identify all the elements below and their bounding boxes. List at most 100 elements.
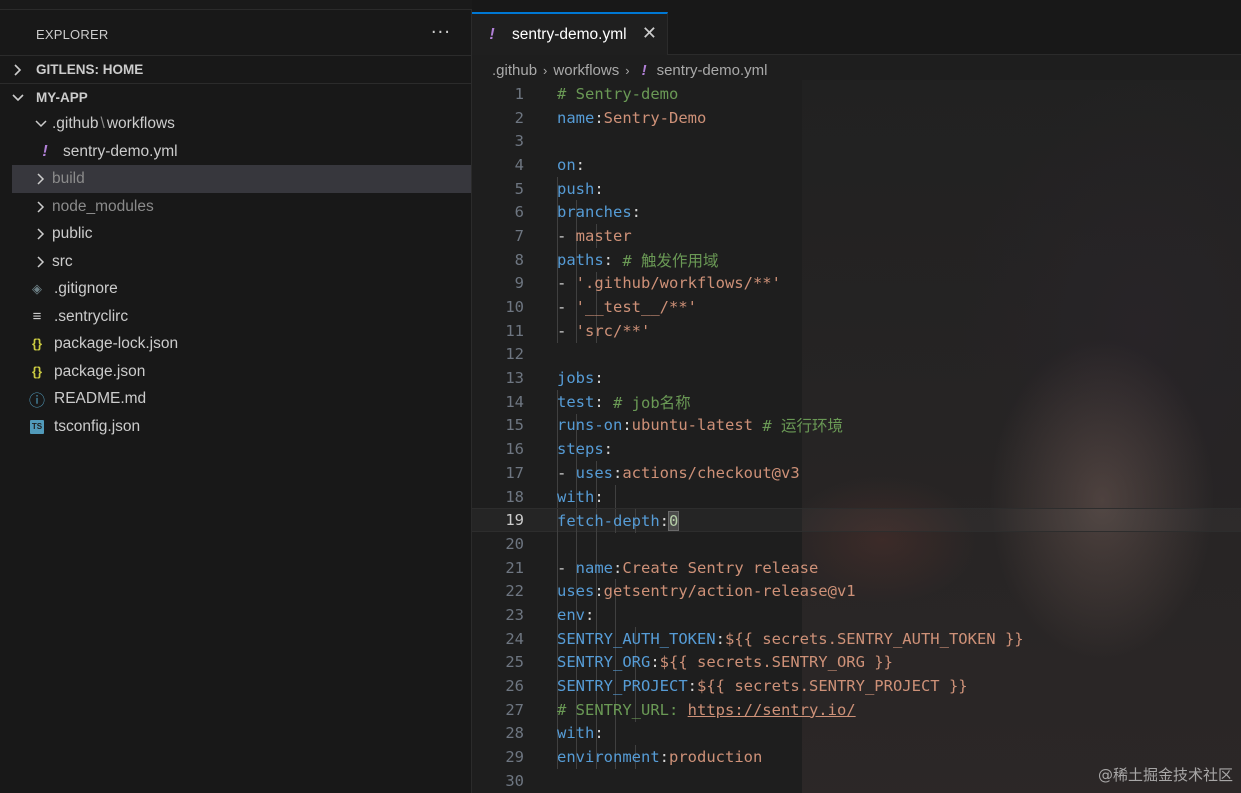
code-line[interactable]: 2 name: Sentry-Demo: [472, 106, 1241, 130]
line-content: uses: getsentry/action-release@v1: [557, 582, 856, 601]
line-content: - '.github/workflows/**': [557, 274, 781, 293]
file-label: .gitignore: [54, 279, 118, 297]
line-number: 9: [514, 274, 524, 293]
line-content: env:: [557, 605, 595, 624]
code-line[interactable]: 3: [472, 129, 1241, 153]
line-number: 8: [514, 250, 524, 269]
chevron-down-icon: [30, 119, 52, 129]
close-icon[interactable]: ✕: [642, 23, 657, 44]
code-line[interactable]: 27 # SENTRY_URL: https://sentry.io/: [472, 697, 1241, 722]
line-content: # SENTRY_URL: https://sentry.io/: [557, 700, 856, 719]
code-line[interactable]: 12: [472, 343, 1241, 367]
tab-sentry-demo-yml[interactable]: ! sentry-demo.yml ✕: [472, 12, 668, 55]
tree-item-readme-md[interactable]: ⓘ README.md: [12, 385, 471, 413]
code-line[interactable]: 16 steps:: [472, 437, 1241, 461]
code-line[interactable]: 28 with:: [472, 721, 1241, 746]
editor-area: ! sentry-demo.yml ✕ .github › workflows …: [472, 0, 1241, 793]
line-content: - uses: actions/checkout@v3: [557, 463, 800, 482]
line-number: 29: [505, 748, 524, 767]
indent-guide: [595, 603, 597, 627]
code-editor[interactable]: 1 # Sentry-demo 2 name: Sentry-Demo 3 4 on: 5 p…: [472, 82, 1241, 793]
tree-item-package-json[interactable]: {} package.json: [12, 358, 471, 386]
folder-label: public: [52, 224, 93, 242]
code-line[interactable]: 18 with:: [472, 484, 1241, 509]
typescript-file-icon: TS: [30, 419, 44, 434]
section-my-app[interactable]: MY-APP: [0, 83, 472, 111]
code-line[interactable]: 6 branches:: [472, 200, 1241, 225]
chevron-right-icon: [30, 228, 52, 240]
folder-label: workflows: [106, 114, 175, 132]
line-number: 6: [514, 203, 524, 222]
code-line[interactable]: 23 env:: [472, 603, 1241, 627]
line-number: 5: [514, 179, 524, 198]
chevron-down-icon: [0, 93, 36, 103]
indent-guide: [615, 603, 617, 627]
line-content: - '__test__/**': [557, 298, 697, 317]
line-number: 18: [505, 487, 524, 506]
code-line[interactable]: 9 - '.github/workflows/**': [472, 271, 1241, 296]
tree-item-sentry-demo-yml[interactable]: ! sentry-demo.yml: [12, 138, 471, 166]
tree-item-src[interactable]: src: [12, 248, 471, 276]
line-content: SENTRY_PROJECT: ${{ secrets.SENTRY_PROJE…: [557, 677, 968, 696]
section-gitlens-home[interactable]: GITLENS: HOME: [0, 55, 472, 83]
more-actions-icon[interactable]: ···: [431, 22, 451, 43]
line-content: push:: [557, 179, 604, 198]
tree-item-sentryclirc[interactable]: ≡ .sentryclirc: [12, 303, 471, 331]
breadcrumb-item-workflows[interactable]: workflows: [553, 62, 619, 79]
path-separator: \: [100, 114, 105, 132]
code-line[interactable]: 25 SENTRY_ORG: ${{ secrets.SENTRY_ORG }}: [472, 650, 1241, 675]
line-number: 13: [505, 369, 524, 388]
tree-item-node-modules[interactable]: node_modules: [12, 193, 471, 221]
breadcrumb: .github › workflows › ! sentry-demo.yml: [472, 56, 1241, 84]
line-number: 25: [505, 653, 524, 672]
line-content: on:: [557, 155, 586, 174]
code-line[interactable]: 21 - name: Create Sentry release: [472, 555, 1241, 580]
code-line[interactable]: 15 runs-on: ubuntu-latest # 运行环境: [472, 413, 1241, 438]
line-number: 23: [505, 605, 524, 624]
line-number: 4: [514, 155, 524, 174]
code-line[interactable]: 13 jobs:: [472, 366, 1241, 390]
tree-item-tsconfig-json[interactable]: TS tsconfig.json: [12, 413, 471, 441]
code-line[interactable]: 14 test: # job名称: [472, 389, 1241, 414]
code-line[interactable]: 20: [472, 532, 1241, 556]
line-number: 12: [505, 345, 524, 364]
tree-item-public[interactable]: public: [12, 220, 471, 248]
section-label: MY-APP: [36, 90, 88, 105]
code-line[interactable]: 4 on:: [472, 153, 1241, 177]
breadcrumb-item-file[interactable]: sentry-demo.yml: [657, 62, 768, 79]
code-line[interactable]: 8 paths: # 触发作用域: [472, 247, 1241, 272]
code-line[interactable]: 24 SENTRY_AUTH_TOKEN: ${{ secrets.SENTRY…: [472, 626, 1241, 651]
info-icon: ⓘ: [28, 392, 45, 410]
code-line[interactable]: 17 - uses: actions/checkout@v3: [472, 461, 1241, 485]
line-number: 30: [505, 771, 524, 790]
line-number: 26: [505, 677, 524, 696]
file-label: .sentryclirc: [54, 307, 129, 325]
explorer-title: EXPLORER: [36, 26, 109, 42]
line-number: 27: [505, 700, 524, 719]
breadcrumb-item-github[interactable]: .github: [492, 62, 537, 79]
tree-item-package-lock-json[interactable]: {} package-lock.json: [12, 330, 471, 358]
line-content: name: Sentry-Demo: [557, 108, 707, 127]
code-line[interactable]: 26 SENTRY_PROJECT: ${{ secrets.SENTRY_PR…: [472, 674, 1241, 698]
code-line[interactable]: 1 # Sentry-demo: [472, 82, 1241, 106]
line-number: 19: [505, 511, 524, 530]
code-line[interactable]: 11 - 'src/**': [472, 318, 1241, 343]
indent-guide: [615, 484, 617, 509]
line-number: 7: [514, 226, 524, 245]
code-line[interactable]: 22 uses: getsentry/action-release@v1: [472, 579, 1241, 604]
tree-item-gitignore[interactable]: ◈ .gitignore: [12, 275, 471, 303]
line-number: 17: [505, 463, 524, 482]
line-content: - master: [557, 226, 632, 245]
code-line[interactable]: 10 - '__test__/**': [472, 295, 1241, 319]
tree-item-build[interactable]: build: [12, 165, 471, 193]
chevron-right-icon: [30, 256, 52, 268]
tree-item-github-workflows[interactable]: .github \ workflows: [12, 110, 471, 138]
json-file-icon: {}: [31, 364, 43, 380]
line-content: steps:: [557, 440, 614, 459]
code-line[interactable]: 19 fetch-depth: 0: [472, 508, 1241, 534]
code-line[interactable]: 7 - master: [472, 224, 1241, 248]
line-number: 20: [505, 534, 524, 553]
sidebar-top-strip: [0, 0, 472, 10]
chevron-right-icon: ›: [625, 62, 630, 78]
code-line[interactable]: 5 push:: [472, 176, 1241, 201]
